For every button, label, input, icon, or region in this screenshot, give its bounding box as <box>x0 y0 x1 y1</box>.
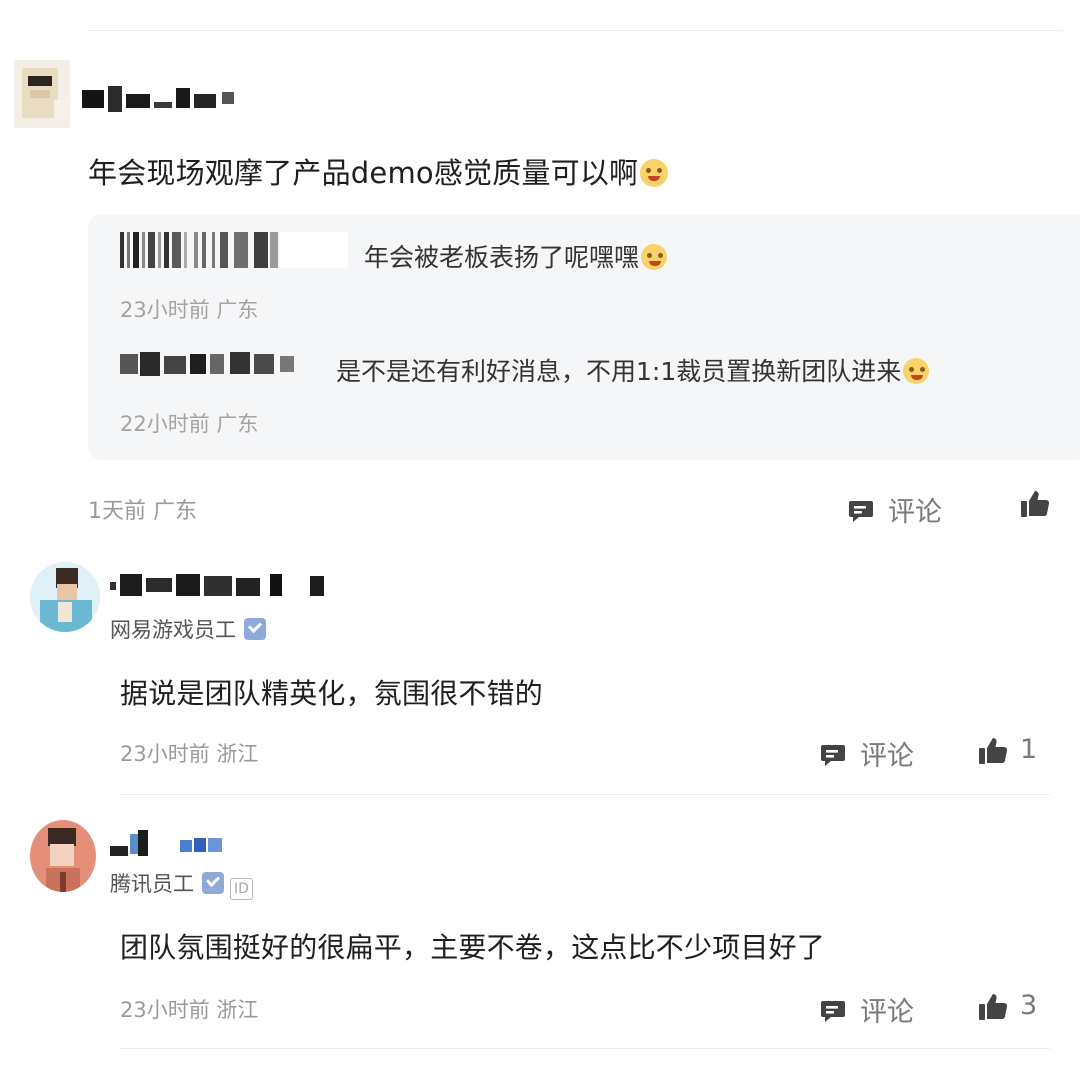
comment-icon <box>820 998 846 1022</box>
grin-emoji-icon <box>640 159 669 187</box>
top-divider <box>88 30 1063 31</box>
comment-text: 年会现场观摩了产品demo感觉质量可以啊 <box>88 150 669 192</box>
username-redacted[interactable] <box>110 572 328 598</box>
reply-text-1: 年会被老板表扬了呢嘿嘿 <box>364 238 668 274</box>
comment-label: 评论 <box>860 997 914 1028</box>
reply-meta-1: 23小时前 广东 <box>120 298 259 322</box>
comment-label: 评论 <box>860 741 914 772</box>
username-redacted[interactable] <box>110 830 228 858</box>
like-button[interactable]: 1 <box>978 734 1037 765</box>
comment-label: 评论 <box>888 497 942 528</box>
grin-emoji-icon <box>903 358 930 384</box>
id-badge: ID <box>230 878 253 900</box>
reply-username-redacted[interactable] <box>120 350 310 378</box>
avatar[interactable] <box>30 820 96 892</box>
comment-meta: 1天前 广东 <box>88 499 197 524</box>
username-redacted[interactable] <box>82 86 240 112</box>
comment-meta: 23小时前 浙江 <box>120 742 259 766</box>
employer-label: 腾讯员工 ID <box>110 868 253 900</box>
reply-username-redacted[interactable] <box>120 232 348 268</box>
like-count: 1 <box>1020 734 1038 765</box>
comment-text: 据说是团队精英化，氛围很不错的 <box>120 677 544 710</box>
comment-text: 团队氛围挺好的很扁平，主要不卷，这点比不少项目好了 <box>120 931 826 964</box>
avatar[interactable] <box>14 60 70 128</box>
like-button[interactable] <box>1020 490 1062 517</box>
comment-icon <box>848 498 874 522</box>
comment-button[interactable]: 评论 <box>820 734 914 773</box>
thumbs-up-icon <box>978 993 1008 1020</box>
comment-icon <box>820 742 846 766</box>
reply-thread[interactable]: 年会被老板表扬了呢嘿嘿 23小时前 广东 是不是还有利好消息，不用1:1裁员置换… <box>88 214 1080 460</box>
thumbs-up-icon <box>978 737 1008 764</box>
comment-divider <box>120 794 1050 795</box>
grin-emoji-icon <box>641 244 668 270</box>
like-count: 3 <box>1020 990 1038 1021</box>
reply-meta-2: 22小时前 广东 <box>120 412 259 436</box>
employer-label: 网易游戏员工 <box>110 614 266 644</box>
avatar[interactable] <box>30 562 100 632</box>
verified-badge-icon <box>244 618 266 640</box>
verified-badge-icon <box>202 872 224 894</box>
like-button[interactable]: 3 <box>978 990 1037 1021</box>
comment-divider <box>120 1048 1050 1049</box>
comment-button[interactable]: 评论 <box>820 990 914 1029</box>
comment-meta: 23小时前 浙江 <box>120 998 259 1022</box>
comment-button[interactable]: 评论 <box>848 490 942 529</box>
reply-text-2: 是不是还有利好消息，不用1:1裁员置换新团队进来 <box>336 352 930 388</box>
thumbs-up-icon <box>1020 490 1050 517</box>
